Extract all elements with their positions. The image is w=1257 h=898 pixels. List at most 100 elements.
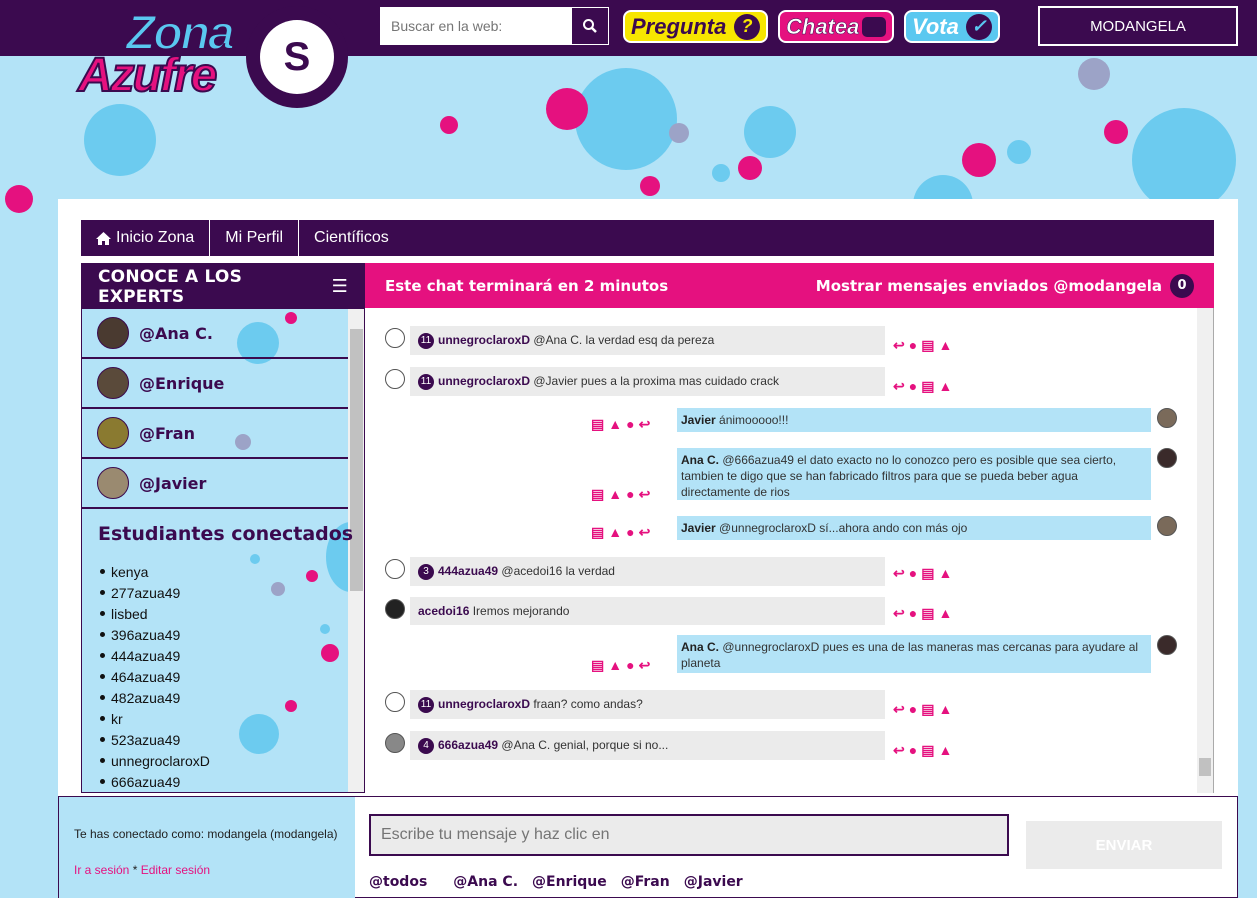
message-bubble: Javier @unnegroclaroxD sí...ahora ando c… (677, 516, 1151, 540)
trash-icon[interactable]: ▤ (591, 416, 604, 433)
trash-icon[interactable]: ▤ (921, 701, 934, 718)
reply-icon[interactable]: ↩ (893, 605, 905, 622)
mention-fran[interactable]: @Fran (621, 874, 670, 890)
message-actions: ▤ ▲ ● ↩ (591, 657, 650, 674)
reply-icon[interactable]: ↩ (893, 742, 905, 759)
avatar (385, 328, 405, 348)
report-icon[interactable]: ▲ (938, 742, 952, 759)
reply-icon[interactable]: ↩ (639, 657, 651, 674)
report-icon[interactable]: ▲ (938, 605, 952, 622)
chatea-button[interactable]: Chatea (778, 10, 894, 43)
message-text: @666azua49 el dato exacto no lo conozco … (681, 453, 1117, 499)
message-text: Iremos mejorando (469, 604, 570, 618)
chat-scrollbar[interactable] (1197, 308, 1213, 793)
reply-icon[interactable]: ↩ (639, 524, 651, 541)
reply-icon[interactable]: ↩ (893, 378, 905, 395)
expert-ana[interactable]: @Ana C. (82, 309, 348, 359)
comment-icon[interactable]: ● (626, 416, 634, 433)
search-input[interactable] (381, 8, 572, 44)
hamburger-menu-icon[interactable]: ☰ (332, 276, 348, 297)
reply-icon[interactable]: ↩ (893, 337, 905, 354)
report-icon[interactable]: ▲ (938, 565, 952, 582)
list-item: 523azua49 (100, 729, 364, 750)
decor-bubble (546, 88, 588, 130)
nav-scientists[interactable]: Científicos (299, 220, 404, 256)
report-icon[interactable]: ▲ (938, 337, 952, 354)
comment-icon[interactable]: ● (626, 524, 634, 541)
chat-message: 11 unnegroclaroxD fraan? como andas? ↩ ● ▤ ▲ (365, 690, 1195, 720)
comment-icon[interactable]: ● (626, 486, 634, 503)
avatar (97, 467, 129, 499)
trash-icon[interactable]: ▤ (921, 378, 934, 395)
avatar (1157, 448, 1177, 468)
expert-enrique[interactable]: @Enrique (82, 359, 348, 409)
reply-icon[interactable]: ↩ (639, 416, 651, 433)
chatea-label: Chatea (786, 13, 860, 39)
chat-message: ▤ ▲ ● ↩ Ana C. @666azua49 el dato exacto no… (365, 448, 1195, 502)
chat-messages: 11 unnegroclaroxD @Ana C. la verdad esq d… (365, 308, 1214, 793)
expert-javier[interactable]: @Javier (82, 459, 348, 509)
report-icon[interactable]: ▲ (608, 486, 622, 503)
report-icon[interactable]: ▲ (608, 524, 622, 541)
pregunta-button[interactable]: Pregunta ? (623, 10, 768, 43)
comment-icon[interactable]: ● (909, 337, 917, 354)
composer: Te has conectado como: modangela (modang… (58, 796, 1238, 898)
comment-icon[interactable]: ● (909, 605, 917, 622)
report-icon[interactable]: ▲ (938, 701, 952, 718)
reply-icon[interactable]: ↩ (893, 565, 905, 582)
trash-icon[interactable]: ▤ (921, 565, 934, 582)
reply-icon[interactable]: ↩ (893, 701, 905, 718)
experts-header: CONOCE A LOS EXPERTS ☰ (82, 264, 364, 309)
search-button[interactable] (572, 8, 608, 44)
nav-home[interactable]: Inicio Zona (81, 220, 211, 256)
logo[interactable]: Zona Azufre S (77, 6, 350, 112)
trash-icon[interactable]: ▤ (591, 657, 604, 674)
trash-icon[interactable]: ▤ (591, 486, 604, 503)
show-sent-toggle[interactable]: Mostrar mensajes enviados @modangela 0 (816, 273, 1194, 298)
level-badge: 3 (418, 563, 434, 580)
comment-icon[interactable]: ● (909, 378, 917, 395)
report-icon[interactable]: ▲ (938, 378, 952, 395)
trash-icon[interactable]: ▤ (591, 524, 604, 541)
message-actions: ↩ ● ▤ ▲ (893, 337, 952, 354)
message-bubble: acedoi16 Iremos mejorando (410, 597, 885, 625)
vota-button[interactable]: Vota ✓ (904, 10, 1000, 43)
mention-shortcuts: @todos @Ana C. @Enrique @Fran @Javier (369, 874, 743, 890)
mention-javier[interactable]: @Javier (684, 874, 743, 890)
decor-bubble (1078, 58, 1110, 90)
students-list: kenya 277azua49 lisbed 396azua49 444azua… (82, 545, 364, 792)
comment-icon[interactable]: ● (909, 701, 917, 718)
level-badge: 4 (418, 737, 434, 754)
scrollbar-thumb[interactable] (1199, 758, 1211, 776)
message-text: @Javier pues a la proxima mas cuidado cr… (530, 374, 779, 388)
expert-fran[interactable]: @Fran (82, 409, 348, 459)
message-actions: ↩ ● ▤ ▲ (893, 378, 952, 395)
message-text: @Ana C. genial, porque si no... (498, 738, 669, 752)
report-icon[interactable]: ▲ (608, 416, 622, 433)
message-input[interactable] (369, 814, 1009, 856)
go-session-link[interactable]: Ir a sesión (74, 863, 129, 877)
reply-icon[interactable]: ↩ (639, 486, 651, 503)
message-text: @Ana C. la verdad esq da pereza (530, 333, 715, 347)
sent-count-badge: 0 (1170, 273, 1194, 298)
decor-bubble (5, 185, 33, 213)
trash-icon[interactable]: ▤ (921, 605, 934, 622)
comment-icon[interactable]: ● (626, 657, 634, 674)
mention-ana[interactable]: @Ana C. (453, 874, 518, 890)
level-badge: 11 (418, 332, 434, 349)
trash-icon[interactable]: ▤ (921, 337, 934, 354)
edit-session-link[interactable]: Editar sesión (141, 863, 210, 877)
mention-todos[interactable]: @todos (369, 874, 427, 890)
comment-icon[interactable]: ● (909, 565, 917, 582)
user-menu-button[interactable]: MODANGELA (1038, 6, 1238, 46)
message-actions: ↩ ● ▤ ▲ (893, 742, 952, 759)
avatar (385, 369, 405, 389)
mention-enrique[interactable]: @Enrique (532, 874, 607, 890)
report-icon[interactable]: ▲ (608, 657, 622, 674)
trash-icon[interactable]: ▤ (921, 742, 934, 759)
nav-profile[interactable]: Mi Perfil (210, 220, 300, 256)
send-button[interactable]: ENVIAR (1026, 821, 1222, 869)
message-actions: ↩ ● ▤ ▲ (893, 701, 952, 718)
comment-icon[interactable]: ● (909, 742, 917, 759)
message-author: unnegroclaroxD (438, 333, 531, 347)
